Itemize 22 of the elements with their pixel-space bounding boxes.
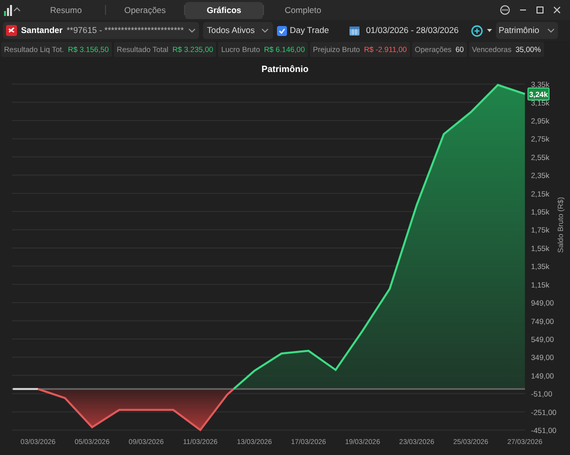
account-select[interactable]: Santander **97615 - ************************ <box>3 22 199 39</box>
tab[interactable]: Resumo <box>27 2 105 18</box>
maximize-icon[interactable] <box>536 6 544 14</box>
add-circle-icon[interactable] <box>470 24 483 36</box>
bank-logo-icon <box>6 25 17 36</box>
caret-icon <box>188 28 196 33</box>
asset-select[interactable]: Todos Ativos <box>203 22 273 39</box>
checkbox-label: Day Trade <box>290 24 329 37</box>
close-icon[interactable] <box>553 6 561 14</box>
tab[interactable]: Completo <box>264 2 342 18</box>
caret-icon <box>546 28 555 33</box>
caret-icon <box>260 28 269 33</box>
calendar-icon[interactable] <box>348 25 360 36</box>
bar-chart-icon[interactable] <box>3 3 21 17</box>
tab[interactable]: Gráficos <box>185 2 263 18</box>
chart-title: Patrimônio <box>261 63 308 75</box>
dropdown-arrow-icon[interactable] <box>486 28 492 32</box>
chart-type-select[interactable]: Patrimônio <box>496 22 558 39</box>
date-range[interactable]: 01/03/2026 - 28/03/2026 <box>366 24 459 37</box>
tab[interactable]: Operações <box>106 2 184 18</box>
checkbox[interactable] <box>276 26 287 36</box>
more-icon[interactable] <box>500 5 510 15</box>
